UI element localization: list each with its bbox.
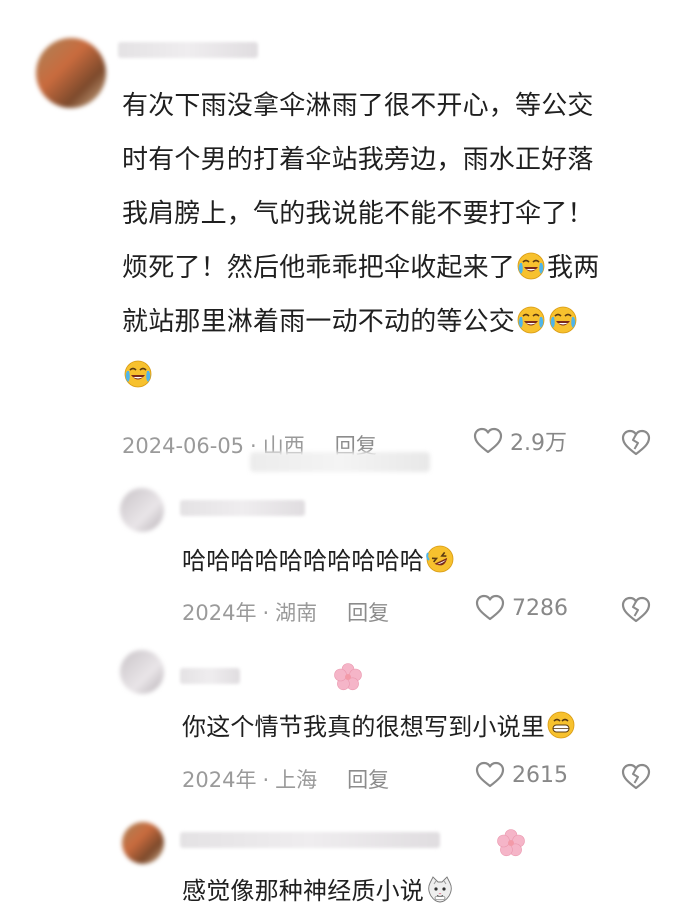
reply-body: 你这个情节我真的很想写到小说里 xyxy=(182,710,577,743)
meta-separator: · xyxy=(262,601,270,625)
username-blurred[interactable] xyxy=(118,42,258,58)
grinning-emoji-icon xyxy=(546,710,576,740)
comment-body: 有次下雨没拿伞淋雨了很不开心，等公交 时有个男的打着伞站我旁边，雨水正好落 我肩… xyxy=(122,79,662,403)
comment-line: 时有个男的打着伞站我旁边，雨水正好落 xyxy=(122,145,594,175)
comment-meta: 2024年 · 湖南 回复 xyxy=(182,597,389,627)
flower-icon xyxy=(333,662,363,692)
username-blurred[interactable] xyxy=(180,832,440,848)
comment-line: 有次下雨没拿伞淋雨了很不开心，等公交 xyxy=(122,91,594,121)
reply-item: 感觉像那种神经质小说 xyxy=(0,810,683,919)
comment-line: 我肩膀上，气的我说能不能不要打伞了！ xyxy=(122,199,594,229)
comment-line-text: 就站那里淋着雨一动不动的等公交 xyxy=(122,307,516,337)
reply-button[interactable]: 回复 xyxy=(347,768,389,792)
reply-item: 哈哈哈哈哈哈哈哈哈哈 2024年 · 湖南 回复 7286 xyxy=(0,470,683,640)
meta-separator: · xyxy=(262,768,270,792)
like-count: 2615 xyxy=(512,762,568,788)
like-count: 2.9万 xyxy=(510,431,567,456)
avatar[interactable] xyxy=(120,650,164,694)
heart-icon xyxy=(474,592,506,624)
heart-icon xyxy=(474,759,506,791)
comment-line: 就站那里淋着雨一动不动的等公交 xyxy=(122,295,662,349)
username-blurred[interactable] xyxy=(180,668,240,684)
crying-laughing-emoji-icon xyxy=(123,359,153,389)
comment-line-text: 烦死了！然后他乖乖把伞收起来了 xyxy=(122,253,516,283)
comment-line: 烦死了！然后他乖乖把伞收起来了 我两 xyxy=(122,241,662,295)
reply-text: 哈哈哈哈哈哈哈哈哈哈 xyxy=(182,547,424,575)
reply-button[interactable]: 回复 xyxy=(347,601,389,625)
like-count: 7286 xyxy=(512,595,568,621)
avatar[interactable] xyxy=(36,38,106,108)
crying-laughing-emoji-icon xyxy=(516,251,546,281)
comment-line xyxy=(122,349,662,403)
cat-face-emoji-icon xyxy=(425,874,455,904)
avatar[interactable] xyxy=(120,488,164,532)
reply-text: 你这个情节我真的很想写到小说里 xyxy=(182,713,545,741)
reply-text: 感觉像那种神经质小说 xyxy=(182,877,424,905)
comment-location: 湖南 xyxy=(275,601,318,625)
avatar[interactable] xyxy=(122,822,164,864)
username-blurred[interactable] xyxy=(180,500,305,516)
flower-icon xyxy=(496,828,526,858)
comment-location: 上海 xyxy=(275,768,318,792)
comment-line-text: 我两 xyxy=(547,253,600,283)
comment-meta: 2024年 · 上海 回复 xyxy=(182,764,389,794)
reply-item: 你这个情节我真的很想写到小说里 2024年 · 上海 回复 2615 xyxy=(0,640,683,810)
comment-main: 有次下雨没拿伞淋雨了很不开心，等公交 时有个男的打着伞站我旁边，雨水正好落 我肩… xyxy=(0,0,683,472)
like-button[interactable]: 7286 xyxy=(474,592,568,624)
crying-laughing-emoji-icon xyxy=(548,305,578,335)
watermark-blur xyxy=(250,452,430,472)
reply-body: 感觉像那种神经质小说 xyxy=(182,874,456,907)
reply-body: 哈哈哈哈哈哈哈哈哈哈 xyxy=(182,544,456,577)
crying-laughing-emoji-icon xyxy=(516,305,546,335)
comment-date: 2024年 xyxy=(182,601,257,625)
dislike-broken-heart-icon[interactable] xyxy=(620,594,652,626)
comment-date: 2024年 xyxy=(182,768,257,792)
dislike-broken-heart-icon[interactable] xyxy=(620,427,652,459)
heart-icon xyxy=(472,425,504,457)
dislike-broken-heart-icon[interactable] xyxy=(620,761,652,793)
rolling-laughing-emoji-icon xyxy=(425,544,455,574)
like-button[interactable]: 2.9万 xyxy=(472,425,567,457)
comment-date: 2024-06-05 xyxy=(122,434,245,458)
like-button[interactable]: 2615 xyxy=(474,759,568,791)
